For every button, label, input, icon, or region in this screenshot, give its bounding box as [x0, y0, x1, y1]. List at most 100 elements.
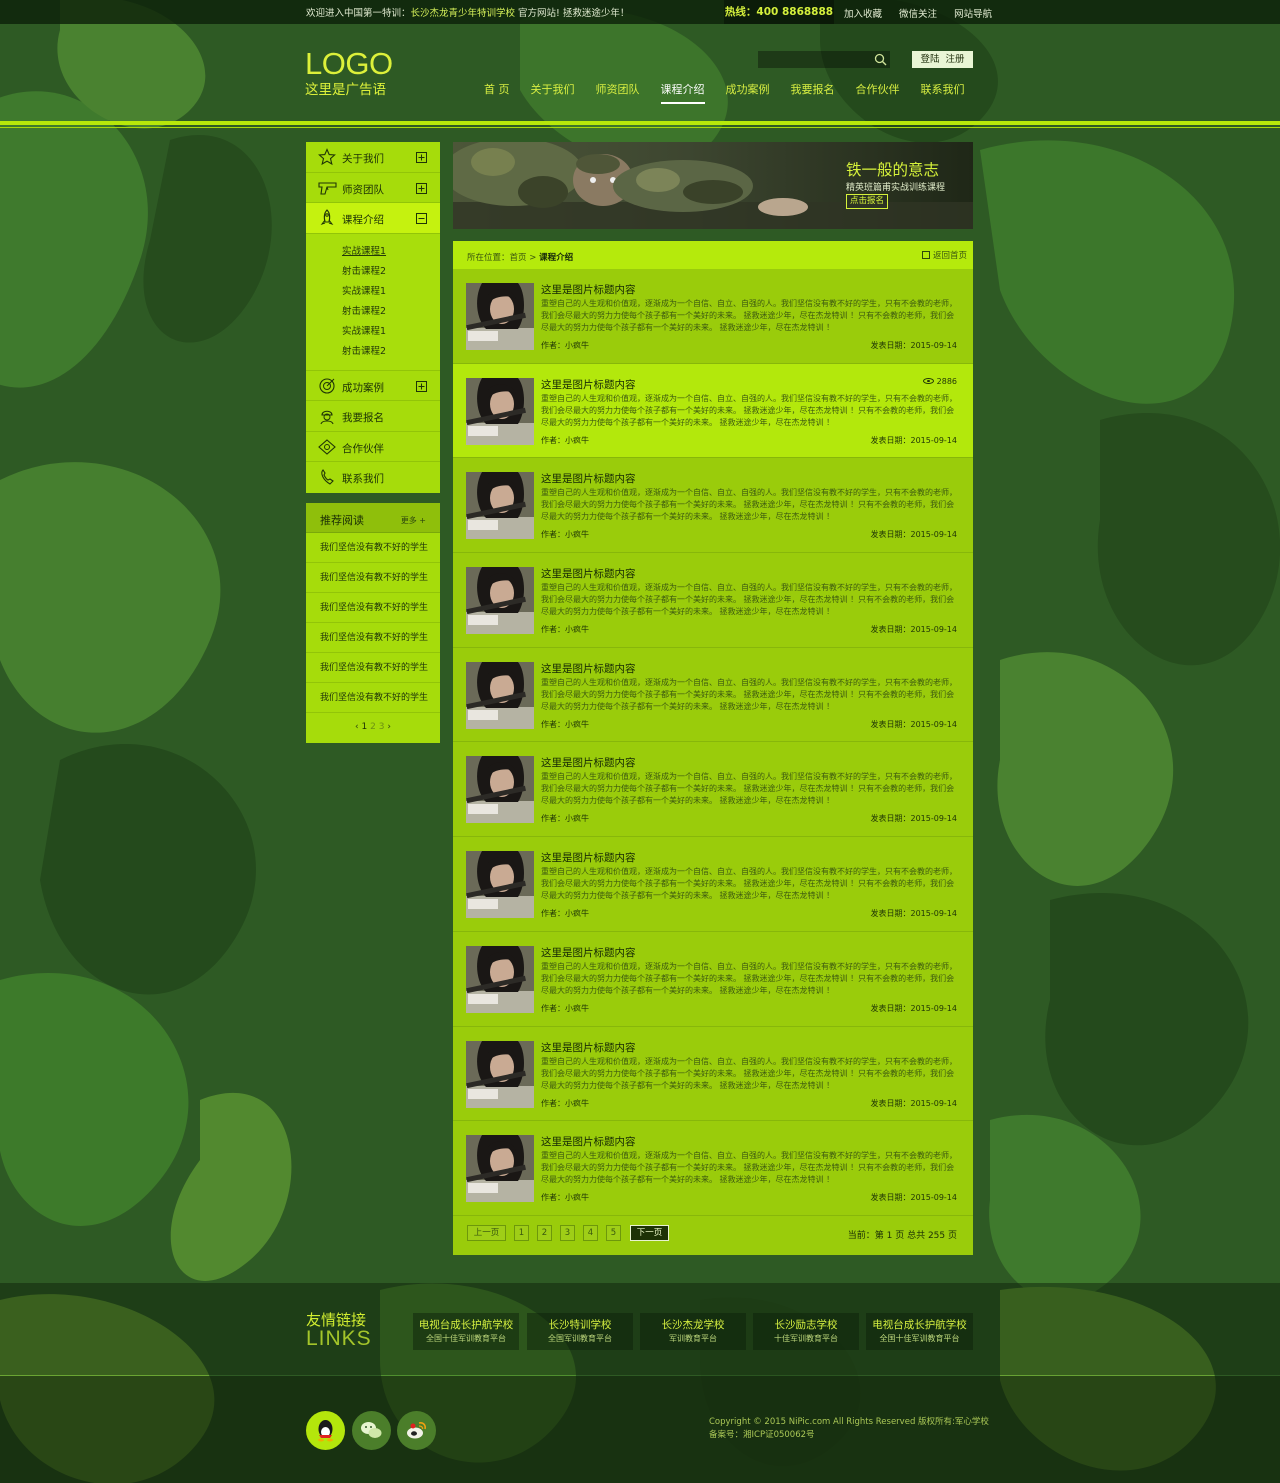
article-item[interactable]: 这里是图片标题内容 重塑自己的人生观和价值观，逐渐成为一个自信、自立、自强的人。我… — [453, 269, 973, 364]
article-thumbnail[interactable] — [466, 661, 534, 729]
list-item[interactable]: 我们坚信没有教不好的学生 — [306, 533, 440, 563]
wechat-follow-link[interactable]: 微信关注 — [899, 9, 937, 20]
list-item[interactable]: 我们坚信没有教不好的学生 — [306, 653, 440, 683]
article-item[interactable]: 这里是图片标题内容 重塑自己的人生观和价值观，逐渐成为一个自信、自立、自强的人。我… — [453, 1121, 973, 1216]
sidebar-item-signup[interactable]: 我要报名 — [306, 401, 440, 432]
list-item[interactable]: 我们坚信没有教不好的学生 — [306, 623, 440, 653]
next-page-button[interactable]: 下一页 — [630, 1224, 669, 1241]
article-item[interactable]: 这里是图片标题内容 重塑自己的人生观和价值观，逐渐成为一个自信、自立、自强的人。我… — [453, 932, 973, 1027]
friend-link[interactable]: 电视台成长护航学校 全国十佳军训教育平台 — [413, 1313, 519, 1350]
search-input[interactable] — [758, 51, 870, 68]
nav-courses[interactable]: 课程介绍 — [660, 81, 705, 104]
article-title[interactable]: 这里是图片标题内容 — [541, 661, 636, 676]
article-thumbnail[interactable] — [466, 1135, 534, 1203]
register-link[interactable]: 注册 — [946, 54, 965, 65]
article-item[interactable]: 这里是图片标题内容 重塑自己的人生观和价值观，逐渐成为一个自信、自立、自强的人。我… — [453, 837, 973, 932]
article-title[interactable]: 这里是图片标题内容 — [541, 945, 636, 960]
friend-link[interactable]: 长沙特训学校 全国军训教育平台 — [527, 1313, 633, 1350]
copyright-text: Copyright © 2015 NiPic.com All Rights Re… — [709, 1417, 989, 1427]
article-title[interactable]: 这里是图片标题内容 — [541, 471, 636, 486]
list-item[interactable]: 我们坚信没有教不好的学生 — [306, 563, 440, 593]
article-date: 发表日期：2015-09-14 — [870, 435, 958, 445]
submenu-item[interactable]: 射击课程2 — [342, 302, 440, 322]
qq-icon[interactable] — [306, 1411, 345, 1450]
signup-button[interactable]: 点击报名 — [846, 194, 888, 209]
article-thumbnail[interactable] — [466, 756, 534, 824]
article-thumbnail[interactable] — [466, 283, 534, 350]
article-item[interactable]: 这里是图片标题内容 重塑自己的人生观和价值观，逐渐成为一个自信、自立、自强的人。我… — [453, 363, 973, 459]
page-link[interactable]: 3 — [379, 722, 385, 732]
plus-icon[interactable] — [416, 152, 427, 163]
minus-icon[interactable] — [416, 213, 427, 224]
article-title[interactable]: 这里是图片标题内容 — [541, 755, 636, 770]
list-item[interactable]: 我们坚信没有教不好的学生 — [306, 593, 440, 623]
page-button[interactable]: 5 — [606, 1224, 621, 1241]
plus-icon[interactable] — [416, 182, 427, 194]
submenu-item[interactable]: 实战课程1 — [342, 282, 440, 302]
weibo-icon[interactable] — [397, 1411, 436, 1450]
nav-home[interactable]: 首 页 — [484, 81, 510, 97]
recommended-reading: 推荐阅读 更多 + 我们坚信没有教不好的学生 我们坚信没有教不好的学生 我们坚信… — [306, 503, 440, 743]
sidebar-item-about[interactable]: 关于我们 — [306, 142, 440, 173]
article-title[interactable]: 这里是图片标题内容 — [541, 1040, 636, 1055]
article-title[interactable]: 这里是图片标题内容 — [541, 282, 636, 297]
article-thumbnail[interactable] — [466, 945, 534, 1013]
sidebar-item-courses[interactable]: 课程介绍 — [306, 203, 440, 234]
search-icon[interactable] — [874, 53, 887, 66]
page-button[interactable]: 2 — [537, 1224, 552, 1241]
article-thumbnail[interactable] — [466, 851, 534, 919]
article-thumbnail[interactable] — [466, 472, 534, 540]
sidebar-item-teachers[interactable]: 师资团队 — [306, 173, 440, 203]
article-title[interactable]: 这里是图片标题内容 — [541, 566, 636, 581]
login-link[interactable]: 登陆 — [920, 54, 939, 65]
article-item[interactable]: 这里是图片标题内容 重塑自己的人生观和价值观，逐渐成为一个自信、自立、自强的人。我… — [453, 553, 973, 648]
friend-link[interactable]: 长沙励志学校 十佳军训教育平台 — [753, 1313, 859, 1350]
page-button[interactable]: 3 — [560, 1224, 575, 1241]
submenu-item[interactable]: 实战课程1 — [342, 322, 440, 342]
article-item[interactable]: 这里是图片标题内容 重塑自己的人生观和价值观，逐渐成为一个自信、自立、自强的人。我… — [453, 458, 973, 554]
banner[interactable]: 铁一般的意志 精英班篇甫实战训练课程 点击报名 — [453, 142, 973, 229]
article-title[interactable]: 这里是图片标题内容 — [541, 1134, 636, 1149]
article-item[interactable]: 这里是图片标题内容 重塑自己的人生观和价值观，逐渐成为一个自信、自立、自强的人。我… — [453, 648, 973, 743]
site-nav-link[interactable]: 网站导航 — [954, 9, 992, 20]
sidebar-item-contact[interactable]: 联系我们 — [306, 462, 440, 493]
more-link[interactable]: 更多 + — [401, 515, 426, 526]
article-thumbnail[interactable] — [466, 377, 534, 445]
sidebar-item-cases[interactable]: 成功案例 — [306, 371, 440, 401]
top-links: 加入收藏 微信关注 网站导航 — [844, 6, 1006, 20]
breadcrumb-home[interactable]: 首页 — [510, 253, 527, 263]
article-item[interactable]: 这里是图片标题内容 重塑自己的人生观和价值观，逐渐成为一个自信、自立、自强的人。我… — [453, 1027, 973, 1122]
article-list-panel: 所在位置：首页 > 课程介绍 返回首页 这里是图片标题内容 重塑自己的人生观和价值… — [453, 241, 973, 1255]
page-link[interactable]: 2 — [370, 722, 376, 732]
article-thumbnail[interactable] — [466, 1040, 534, 1108]
list-item[interactable]: 我们坚信没有教不好的学生 — [306, 683, 440, 713]
article-thumbnail[interactable] — [466, 567, 534, 635]
add-favorite-link[interactable]: 加入收藏 — [844, 9, 882, 20]
submenu-item[interactable]: 实战课程1 — [342, 242, 440, 262]
prev-page-button[interactable]: 上一页 — [467, 1224, 506, 1241]
submenu-item[interactable]: 射击课程2 — [342, 342, 440, 362]
nav-partners[interactable]: 合作伙伴 — [856, 81, 900, 97]
logo[interactable]: LOGO 这里是广告语 — [305, 48, 393, 99]
plus-icon[interactable] — [416, 380, 427, 392]
article-title[interactable]: 这里是图片标题内容 — [541, 377, 636, 392]
submenu-item[interactable]: 射击课程2 — [342, 262, 440, 282]
wechat-icon[interactable] — [352, 1411, 391, 1450]
nav-signup[interactable]: 我要报名 — [791, 81, 835, 97]
nav-about[interactable]: 关于我们 — [531, 81, 575, 97]
nav-contact[interactable]: 联系我们 — [921, 81, 965, 97]
page-button[interactable]: 1 — [514, 1224, 529, 1241]
friend-link[interactable]: 电视台成长护航学校 全国十佳军训教育平台 — [866, 1313, 973, 1350]
chevron-right-icon[interactable]: › — [387, 722, 391, 732]
article-item[interactable]: 这里是图片标题内容 重塑自己的人生观和价值观，逐渐成为一个自信、自立、自强的人。我… — [453, 742, 973, 838]
nav-teachers[interactable]: 师资团队 — [596, 81, 640, 97]
sidebar-item-partners[interactable]: 合作伙伴 — [306, 432, 440, 462]
back-home-link[interactable]: 返回首页 — [921, 249, 967, 261]
nav-cases[interactable]: 成功案例 — [726, 81, 770, 97]
page-button[interactable]: 4 — [583, 1224, 598, 1241]
page-link[interactable]: 1 — [362, 722, 368, 732]
friend-link[interactable]: 长沙杰龙学校 军训教育平台 — [640, 1313, 746, 1350]
target-icon — [318, 377, 336, 395]
chevron-left-icon[interactable]: ‹ — [355, 722, 359, 732]
article-title[interactable]: 这里是图片标题内容 — [541, 850, 636, 865]
